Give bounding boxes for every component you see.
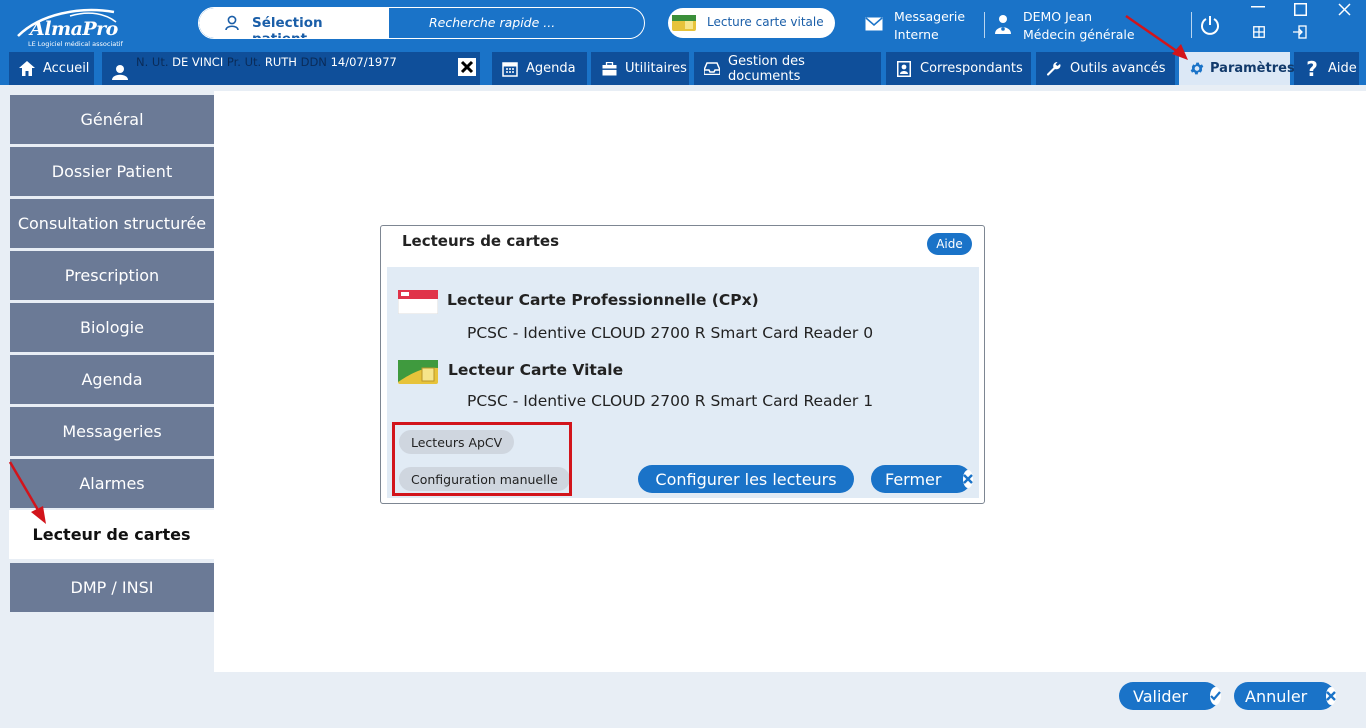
user-name: DEMO Jean: [1023, 9, 1093, 24]
vitale-reader-title: Lecteur Carte Vitale: [448, 361, 624, 379]
validate-label: Valider: [1133, 686, 1188, 706]
close-dialog-button[interactable]: Fermer: [871, 465, 974, 493]
sidebar-item-general[interactable]: Général: [10, 95, 214, 144]
patient-dob: 14/07/1977: [330, 55, 397, 69]
sidebar-item-consultation[interactable]: Consultation structurée: [10, 199, 214, 248]
configure-readers-label: Configurer les lecteurs: [655, 469, 837, 489]
sidebar-item-dmp-insi[interactable]: DMP / INSI: [10, 563, 214, 612]
patient-identity: N. Ut. DE VINCI Pr. Ut. RUTH DDN 14/07/1…: [136, 55, 397, 69]
sidebar-item-label: Lecteur de cartes: [32, 525, 191, 544]
tab-parametres[interactable]: Paramètres: [1179, 52, 1295, 85]
tab-outils-label: Outils avancés: [1070, 61, 1166, 76]
cancel-button[interactable]: Annuler: [1234, 682, 1337, 710]
gear-icon: [1190, 62, 1204, 75]
configure-readers-button[interactable]: Configurer les lecteurs: [638, 465, 854, 493]
tab-utilitaires-label: Utilitaires: [625, 61, 687, 76]
patient-select-button[interactable]: Sélection patient...: [199, 8, 389, 38]
cps-card-icon: [398, 290, 438, 314]
cpx-reader-title: Lecteur Carte Professionnelle (CPx): [447, 291, 759, 309]
user-role: Médecin générale: [1023, 27, 1135, 42]
question-icon: ?: [1306, 56, 1318, 81]
sidebar-item-label: Général: [80, 110, 144, 129]
patient-select-label: Sélection patient...: [252, 15, 323, 39]
grid-icon[interactable]: [1253, 26, 1265, 38]
patient-icon: [112, 64, 128, 80]
patient-dob-label: DDN: [300, 55, 327, 69]
logo-brand: AlmaPro: [30, 18, 118, 40]
sidebar-item-agenda[interactable]: Agenda: [10, 355, 214, 404]
logout-icon[interactable]: [1293, 25, 1307, 39]
sidebar-item-label: Biologie: [80, 318, 144, 337]
tab-documents[interactable]: Gestion des documents: [694, 52, 881, 85]
calendar-icon: [502, 61, 518, 77]
maximize-icon[interactable]: [1294, 3, 1307, 16]
vitale-card-icon: [672, 15, 696, 31]
cancel-circle-icon: [1326, 687, 1337, 705]
sidebar-item-label: DMP / INSI: [70, 578, 154, 597]
quick-search-input[interactable]: Recherche rapide ...: [429, 15, 555, 30]
user-info[interactable]: DEMO Jean Médecin générale: [1023, 8, 1135, 44]
logo-tagline: LE Logiciel médical associatif: [28, 40, 123, 48]
tab-agenda-label: Agenda: [526, 61, 576, 76]
vitale-read-label: Lecture carte vitale: [707, 15, 824, 29]
close-dialog-label: Fermer: [885, 469, 942, 489]
patient-name: DE VINCI: [172, 55, 224, 69]
cancel-label: Annuler: [1245, 686, 1308, 706]
sidebar-item-dossier-patient[interactable]: Dossier Patient: [10, 147, 214, 196]
minimize-icon[interactable]: [1251, 6, 1265, 8]
settings-sidebar: Général Dossier Patient Consultation str…: [0, 85, 214, 728]
sidebar-item-label: Prescription: [64, 266, 160, 285]
header-divider: [984, 12, 985, 38]
address-book-icon: [897, 60, 911, 77]
sidebar-item-messageries[interactable]: Messageries: [10, 407, 214, 456]
tab-aide[interactable]: ? Aide: [1294, 52, 1359, 85]
messaging-line2: Interne: [894, 27, 939, 42]
cpx-reader-value: PCSC - Identive CLOUD 2700 R Smart Card …: [467, 324, 874, 342]
dialog-title: Lecteurs de cartes: [402, 232, 560, 250]
annotation-arrow-parametres: [1125, 14, 1188, 60]
vitale-read-button[interactable]: Lecture carte vitale: [668, 8, 835, 38]
almapro-logo: AlmaPro LE Logiciel médical associatif: [10, 6, 123, 48]
sidebar-item-label: Alarmes: [79, 474, 145, 493]
tab-home[interactable]: Accueil: [9, 52, 94, 85]
home-icon: [19, 61, 35, 76]
mail-icon[interactable]: [865, 17, 883, 31]
messaging-line1: Messagerie: [894, 9, 966, 24]
highlight-box: [392, 422, 572, 496]
tab-agenda[interactable]: Agenda: [492, 52, 587, 85]
sidebar-item-biologie[interactable]: Biologie: [10, 303, 214, 352]
tab-utilitaires[interactable]: Utilitaires: [591, 52, 689, 85]
internal-messaging-link[interactable]: Messagerie Interne: [894, 8, 965, 44]
validate-button[interactable]: Valider: [1119, 682, 1221, 710]
tab-correspondants-label: Correspondants: [920, 61, 1023, 76]
close-patient-icon[interactable]: [458, 58, 476, 76]
check-circle-icon: [1209, 687, 1221, 705]
annotation-arrow-lecteur: [8, 461, 46, 524]
sidebar-item-label: Agenda: [81, 370, 143, 389]
doctor-icon: [995, 15, 1011, 34]
close-window-icon[interactable]: [1338, 3, 1351, 16]
dialog-help-button[interactable]: Aide: [927, 233, 972, 255]
tab-current-patient[interactable]: N. Ut. DE VINCI Pr. Ut. RUTH DDN 14/07/1…: [102, 52, 480, 85]
sidebar-item-prescription[interactable]: Prescription: [10, 251, 214, 300]
vitale-reader-value: PCSC - Identive CLOUD 2700 R Smart Card …: [467, 392, 874, 410]
tab-aide-label: Aide: [1328, 61, 1357, 76]
vitale-card-icon: [398, 360, 438, 384]
inbox-icon: [704, 62, 720, 75]
patient-search-bar: Sélection patient... Recherche rapide ..…: [198, 7, 645, 39]
patient-firstname: RUTH: [264, 55, 297, 69]
sidebar-item-label: Consultation structurée: [17, 214, 207, 233]
tab-correspondants[interactable]: Correspondants: [886, 52, 1031, 85]
wrench-icon: [1046, 61, 1061, 76]
power-icon[interactable]: [1200, 15, 1220, 35]
patient-name-label: N. Ut.: [136, 55, 169, 69]
tab-documents-label: Gestion des documents: [728, 53, 805, 84]
patient-firstname-label: Pr. Ut.: [226, 55, 262, 69]
tab-home-label: Accueil: [43, 61, 90, 76]
tab-parametres-label: Paramètres: [1210, 61, 1295, 76]
sidebar-item-label: Messageries: [62, 422, 162, 441]
user-icon: [225, 15, 239, 31]
sidebar-item-label: Dossier Patient: [51, 162, 173, 181]
toolbox-icon: [602, 61, 616, 75]
